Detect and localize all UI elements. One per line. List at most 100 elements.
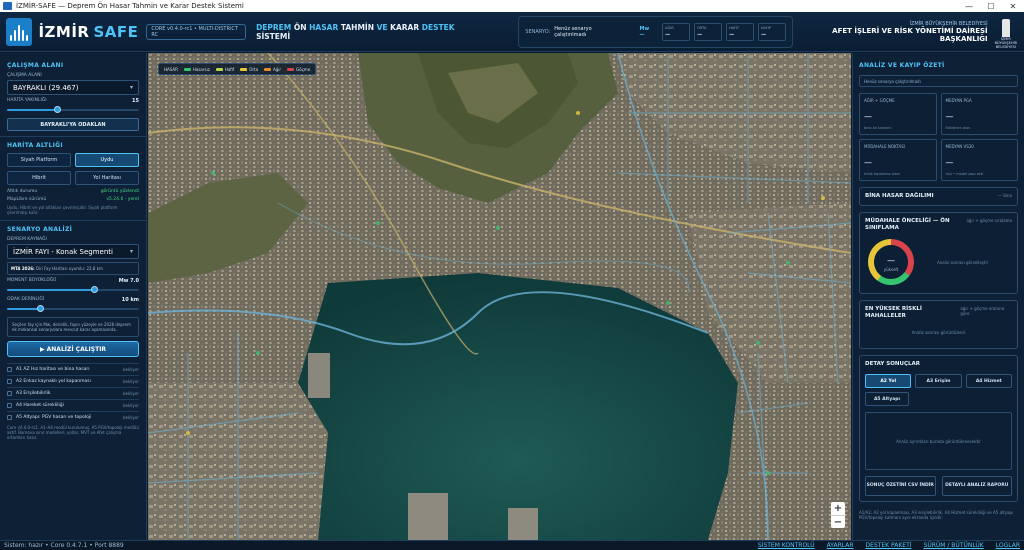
donut-note: Analiz sonrası görselleştir — [937, 259, 989, 265]
satellite-map[interactable]: HASAR Hasarsız Hafif Orta Ağır Göçme + − — [148, 53, 851, 540]
highest-risk-title: EN YÜKSEK RİSKLİ MAHALLELER — [865, 306, 922, 319]
zoom-in-button[interactable]: + — [831, 502, 845, 515]
layer-hybrid-button[interactable]: Hibrit — [7, 171, 71, 185]
tab-a4-service[interactable]: A4 Hizmet — [965, 374, 1012, 388]
analysis-item[interactable]: A4 Hareket sürekliliği bekliyor — [7, 399, 139, 411]
checkbox-icon — [7, 403, 12, 408]
legend-swatch — [287, 67, 295, 71]
map-imagery — [148, 53, 851, 540]
damage-distribution-note: — bina — [998, 193, 1012, 198]
chevron-down-icon: ▾ — [129, 248, 133, 255]
scenario-label: SENARYO: — [525, 28, 551, 35]
map-zoom-label: HARİTA YAKINLIĞI 15 — [7, 98, 139, 104]
detailed-report-button[interactable]: DETAYLI ANALİZ RAPORU — [941, 476, 1012, 496]
scenario-strip: SENARYO: Henüz senaryo çalıştırılmadı Mw… — [518, 15, 794, 48]
legend-swatch — [215, 67, 223, 71]
legend-item-light: Hafif — [215, 67, 234, 72]
checkbox-icon — [7, 379, 12, 384]
version-badge: CORE v0.4.0-rc1 • MULTI-DISTRICT RC — [146, 23, 247, 40]
slider-handle[interactable] — [54, 106, 62, 113]
logs-link[interactable]: LOGLAR — [996, 542, 1020, 549]
tab-a3-access[interactable]: A3 Erişim — [915, 374, 962, 388]
summary-card-heavy-collapse: AĞIR + GÖÇME — bina ön tahmini — [859, 93, 937, 135]
app-logo-icon — [6, 17, 33, 46]
highest-risk-note: ağır + göçme oranına göre — [960, 306, 1005, 316]
map-zoom-control: + − — [831, 502, 845, 528]
scenario-value: Henüz senaryo çalıştırılmadı — [554, 25, 592, 38]
scenario-info-box: Seçilen fay için Mw, derinlik, fayın yüz… — [7, 317, 139, 337]
summary-section-title: ANALİZ VE KAYIP ÖZETİ — [859, 62, 945, 69]
slider-handle[interactable] — [37, 305, 44, 312]
donut-segment-1 — [877, 271, 910, 285]
donut-center-value: — — [887, 256, 895, 265]
fault-source-select[interactable]: İZMİR FAYI - Konak Segmenti ▾ — [7, 244, 139, 259]
scenario-status-field: Henüz senaryo çalıştırılmadı — [859, 75, 1018, 87]
tab-a2-road[interactable]: A2 Yol — [865, 374, 912, 388]
download-summary-csv-button[interactable]: SONUÇ ÖZETİNİ CSV İNDİR — [865, 476, 936, 496]
work-area-label: ÇALIŞMA ALANI — [7, 73, 42, 78]
analysis-item[interactable]: A2 Enkaz kaynaklı yol kapanması bekliyor — [7, 375, 139, 387]
layer-road-map-button[interactable]: Yol Haritası — [75, 171, 139, 185]
mta-info-box: MTA 2026: Diri Fay Haritası uyumlu: 22,8… — [7, 262, 139, 275]
work-area-select[interactable]: BAYRAKLI (29.467) ▾ — [7, 80, 139, 95]
intervention-priority-panel: MÜDAHALE ÖNCELİĞİ — ÖN SINIFLAMA ağır + g… — [859, 212, 1018, 294]
stat-chip-loss: KAYIP — — [758, 22, 787, 41]
fault-source-label: DEPREM KAYNAĞI — [7, 237, 47, 242]
right-footer-note: A1/A2, A2 yol kapanması, A3 erişilebilir… — [859, 510, 1014, 520]
organization-title: İZMİR BÜYÜKŞEHİR BELEDİYESİ AFET İŞLERİ … — [832, 20, 988, 43]
stat-chip-heavy: AĞIR — — [662, 22, 691, 41]
analysis-item[interactable]: A3 Erişilebilirlik bekliyor — [7, 387, 139, 399]
chevron-down-icon: ▾ — [129, 84, 133, 91]
priority-donut-chart: — yükselt — [868, 239, 914, 285]
damage-distribution-title: BİNA HASAR DAĞILIMI — [865, 193, 934, 199]
stat-chip-medium: ORTA — — [694, 22, 723, 41]
analysis-item[interactable]: A5 Altyapı: PGV hasarı ve topoloji bekliy… — [7, 411, 139, 423]
legend-swatch — [240, 67, 248, 71]
layer-dark-platform-button[interactable]: Siyah Platform — [7, 153, 71, 167]
analysis-item[interactable]: A1 AZ Hız haritası ve bina hasarı bekliyo… — [7, 363, 139, 375]
focus-district-button[interactable]: BAYRAKLI'YA ODAKLAN — [7, 118, 139, 131]
magnitude-label: MOMENT BÜYÜKLÜĞÜ Mw 7.0 — [7, 278, 139, 284]
app-header: İZMİR SAFE CORE v0.4.0-rc1 • MULTI-DISTRI… — [0, 12, 1024, 52]
system-check-link[interactable]: SİSTEM KONTROLÜ — [758, 542, 815, 549]
damage-legend: HASAR Hasarsız Hafif Orta Ağır Göçme — [158, 63, 317, 75]
depth-slider[interactable] — [7, 305, 139, 313]
minimize-button[interactable]: — — [958, 2, 980, 11]
donut-center-label: yükselt — [884, 267, 899, 272]
run-analysis-button[interactable]: ▶ ANALİZİ ÇALIŞTIR — [7, 341, 139, 357]
layer-status-row: Altlık durumu görüntü yüklendi — [7, 189, 139, 194]
layer-satellite-button[interactable]: Uydu — [75, 153, 139, 167]
work-area-section-title: ÇALIŞMA ALANI — [7, 62, 64, 69]
stat-chip-light: HAFİF — — [726, 22, 755, 41]
left-footer-note: Core v0.4.0-rc1. A1–A4 modül kurulumuş. … — [7, 425, 139, 440]
tab-a5-infrastructure[interactable]: A5 Altyapı — [865, 392, 909, 406]
system-title: DEPREM ÖN HASAR TAHMİN VE KARAR DESTEK S… — [256, 22, 455, 41]
version-integrity-link[interactable]: SÜRÜM / BÜTÜNLÜK — [924, 542, 984, 549]
detail-results-title: DETAY SONUÇLAR — [865, 361, 921, 367]
intervention-priority-title: MÜDAHALE ÖNCELİĞİ — ÖN SINIFLAMA — [865, 218, 950, 231]
slider-handle[interactable] — [91, 286, 99, 293]
right-summary-panel: ANALİZ VE KAYIP ÖZETİ Henüz senaryo çalı… — [852, 53, 1024, 540]
map-zoom-slider[interactable] — [7, 106, 139, 114]
support-package-link[interactable]: DESTEK PAKETİ — [866, 542, 912, 549]
left-control-panel: ÇALIŞMA ALANI ÇALIŞMA ALANI BAYRAKLI (29… — [0, 53, 147, 540]
magnitude-slider[interactable] — [7, 286, 139, 294]
scenario-section-title: SENARYO ANALİZİ — [7, 226, 73, 233]
layer-note: Uydu, Hibrit ve yol altlıkları çevrimiçi… — [7, 205, 118, 215]
detail-results-panel: DETAY SONUÇLAR A2 Yol A3 Erişim A4 Hizme… — [859, 355, 1018, 502]
checkbox-icon — [7, 415, 12, 420]
intervention-priority-note: ağır + göçme sıralama — [966, 218, 1012, 223]
zoom-out-button[interactable]: − — [831, 515, 845, 528]
maximize-button[interactable]: ☐ — [980, 2, 1002, 11]
app-icon — [3, 2, 12, 10]
legend-title: HASAR — [164, 66, 178, 72]
damage-distribution-panel: BİNA HASAR DAĞILIMI — bina — [859, 187, 1018, 206]
legend-item-collapse: Göçme — [287, 67, 310, 72]
status-bar: Sistem: hazır • Core 0.4.7.1 • Port 8889… — [0, 540, 1024, 550]
maplibre-version-row: MapLibre sürümü v5.24.0 - yerel — [7, 197, 139, 202]
close-button[interactable]: ✕ — [1002, 2, 1024, 11]
detail-results-area: Analiz ayrıntıları burada görüntülenecek… — [865, 412, 1012, 470]
municipality-emblem-icon: İZMİR BÜYÜKŞEHİR BELEDİYESİ — [992, 15, 1020, 49]
settings-link[interactable]: AYARLAR — [827, 542, 854, 549]
legend-item-medium: Orta — [240, 67, 258, 72]
